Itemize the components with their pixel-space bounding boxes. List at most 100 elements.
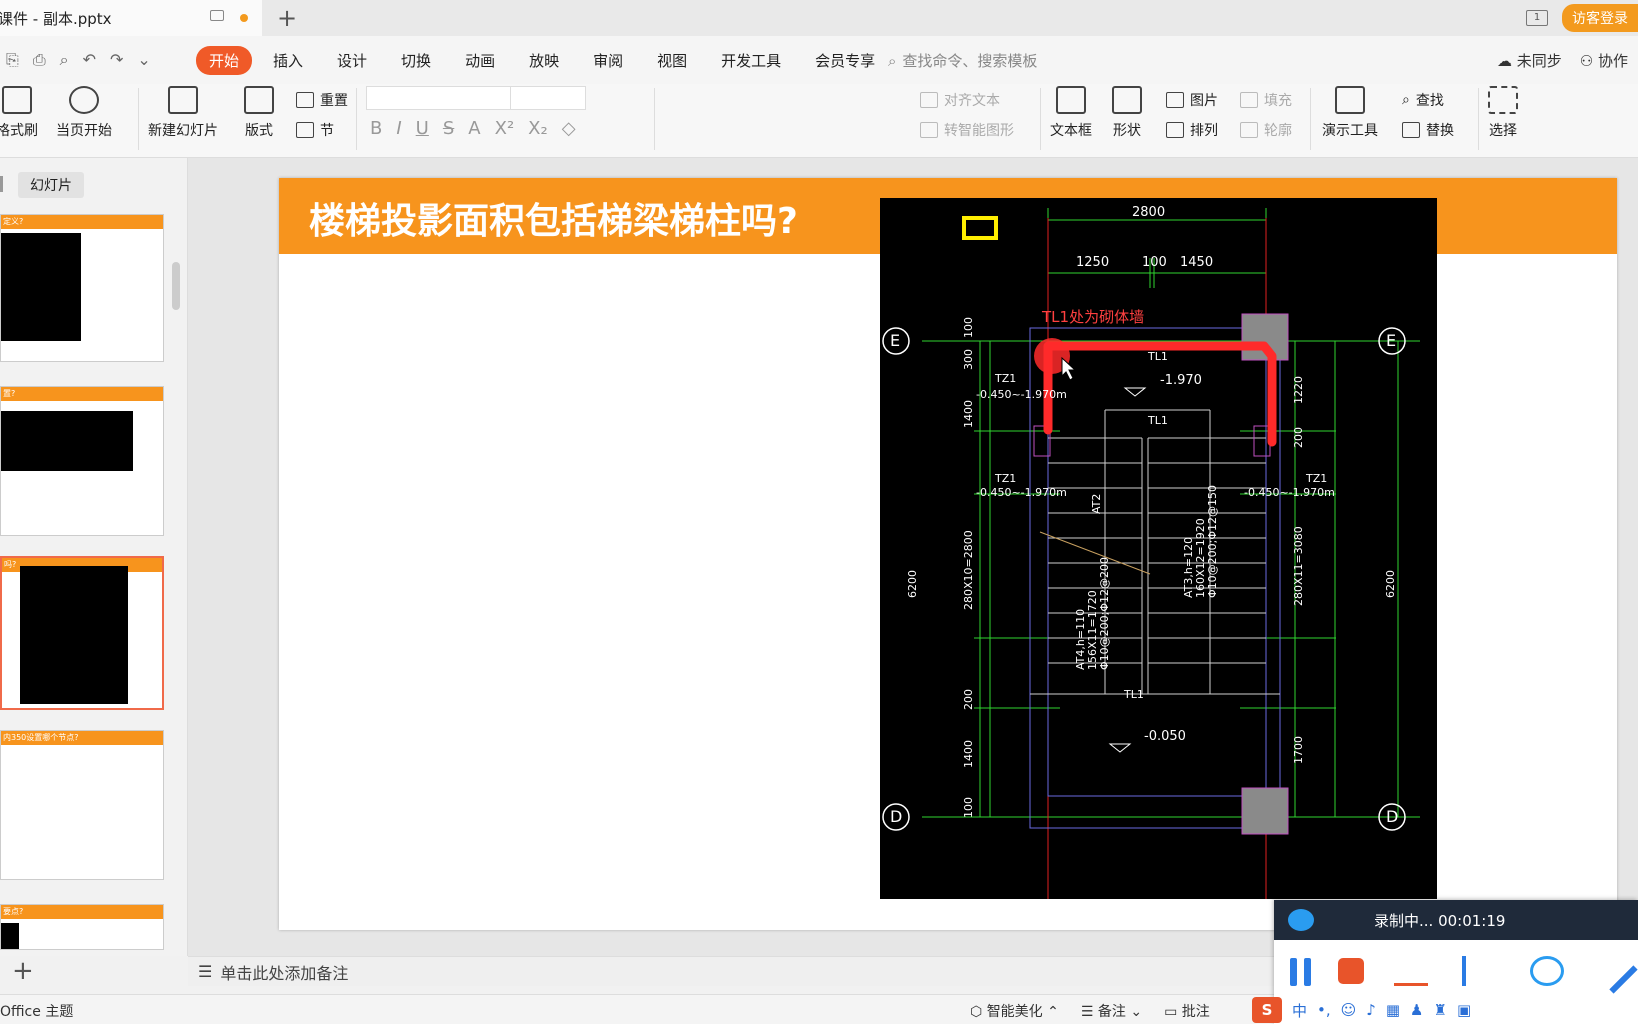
tab-slideshow[interactable]: 放映 [516, 46, 572, 75]
sogou-icon[interactable]: S [1252, 997, 1282, 1023]
apps-icon[interactable]: ▣ [1457, 1001, 1471, 1019]
customize-chevron-icon[interactable]: ⌄ [137, 50, 150, 70]
italic-icon[interactable]: I [396, 118, 401, 139]
bold-icon[interactable]: B [370, 118, 382, 139]
textbox-button[interactable]: 文本框 [1050, 86, 1092, 140]
title-bar: 课件 - 副本.pptx + 1 访客登录 [0, 0, 1638, 36]
tab-view[interactable]: 视图 [644, 46, 700, 75]
monitor-icon[interactable] [210, 10, 224, 21]
select-button[interactable]: 选择 [1488, 86, 1518, 140]
slide-thumbnail[interactable]: 内350设置哪个节点? [0, 730, 164, 880]
tab-home[interactable]: 开始 [196, 46, 253, 75]
font-size-select[interactable] [510, 86, 586, 110]
tab-animations[interactable]: 动画 [452, 46, 508, 75]
print-icon[interactable]: ⎙ [33, 50, 46, 70]
reset-icon [296, 92, 314, 108]
volume-level-icon[interactable] [1394, 956, 1428, 986]
fill-button[interactable]: 填充 [1240, 90, 1292, 110]
new-tab-plus-icon[interactable]: + [277, 4, 297, 32]
arrange-button[interactable]: 排列 [1166, 120, 1218, 140]
shape-button[interactable]: 形状 [1112, 86, 1142, 140]
guest-login-button[interactable]: 访客登录 [1562, 4, 1638, 32]
smart-beautify-button[interactable]: ⬡ 智能美化 ⌃ [970, 1001, 1059, 1021]
outline-tab[interactable] [0, 176, 3, 192]
thumbnail-scrollbar[interactable] [172, 262, 180, 310]
notes-toggle-button[interactable]: ☰ 备注 ⌄ [1081, 1001, 1142, 1021]
section-button[interactable]: 节 [296, 120, 334, 140]
punctuation-icon[interactable]: •, [1317, 1001, 1331, 1019]
replace-button[interactable]: 替换 [1402, 120, 1454, 140]
pointer-pen-icon[interactable] [1462, 956, 1496, 986]
from-current-button[interactable]: 当页开始 [56, 86, 112, 140]
quick-access-toolbar: ⎘ ⎙ ⌕ ↶ ↷ ⌄ [6, 50, 151, 70]
replace-label: 替换 [1426, 123, 1454, 139]
tab-review[interactable]: 审阅 [580, 46, 636, 75]
collab-button[interactable]: ⚇ 协作 [1580, 50, 1628, 71]
font-color-icon[interactable]: A [468, 118, 480, 139]
new-slide-button[interactable]: 新建幻灯片 [148, 86, 218, 140]
left-dim-300: 300 [962, 349, 975, 370]
presentation-tools-button[interactable]: 演示工具 [1322, 86, 1378, 140]
comment-button[interactable]: ▭ 批注 [1164, 1001, 1210, 1021]
sync-status[interactable]: ☁ 未同步 [1497, 50, 1562, 71]
tz1-range-c: -0.450~-1.970m [1244, 486, 1335, 499]
slide[interactable]: 楼梯投影面积包括梯梁梯柱吗? 2800 1250 100 1450 E E D … [279, 178, 1617, 930]
right-dim-6200: 6200 [1384, 570, 1397, 598]
layout-button[interactable]: 版式 [244, 86, 274, 140]
tab-transitions[interactable]: 切换 [388, 46, 444, 75]
tab-insert[interactable]: 插入 [260, 46, 316, 75]
cad-stair-drawing[interactable]: 2800 1250 100 1450 E E D D TL1 TL1 TL1 T… [880, 198, 1437, 899]
pause-recording-button[interactable] [1290, 958, 1312, 986]
skin-icon[interactable]: ♜ [1434, 1001, 1447, 1019]
tab-design[interactable]: 设计 [324, 46, 380, 75]
section-label: 节 [320, 123, 334, 139]
grid-label-e-right: E [1386, 331, 1396, 350]
slide-thumbnail[interactable]: 定义? [0, 214, 164, 362]
strikethrough-icon[interactable]: S [443, 118, 454, 139]
stop-recording-button[interactable] [1338, 958, 1364, 984]
user-icon[interactable]: ♟ [1410, 1001, 1423, 1019]
thumbnail-image [1, 923, 19, 949]
level-minus-0050: -0.050 [1144, 729, 1186, 744]
format-brush-button[interactable]: 格式刷 [0, 86, 38, 140]
align-text-button[interactable]: 对齐文本 [920, 90, 1000, 110]
emoji-icon[interactable]: ☺ [1341, 1001, 1357, 1019]
location-add-icon[interactable] [1530, 956, 1564, 986]
redo-icon[interactable]: ↷ [110, 50, 123, 70]
text-format-group: B I U S A X² X₂ ◇ [370, 118, 576, 139]
notes-toggle-label: 备注 [1097, 1004, 1126, 1020]
slide-title[interactable]: 楼梯投影面积包括梯梁梯柱吗? [309, 192, 798, 244]
document-tab[interactable]: 课件 - 副本.pptx [0, 0, 262, 36]
tab-member[interactable]: 会员专享 [802, 46, 888, 75]
clear-format-icon[interactable]: ◇ [562, 118, 576, 139]
slide-thumbnail[interactable]: 置? [0, 386, 164, 536]
outline-button[interactable]: 轮廓 [1240, 120, 1292, 140]
underline-icon[interactable]: U [416, 118, 429, 139]
superscript-icon[interactable]: X² [495, 118, 515, 139]
slides-tab[interactable]: 幻灯片 [18, 172, 84, 198]
font-family-select[interactable] [366, 86, 514, 110]
thumbnail-title: 要点? [1, 905, 163, 919]
preview-icon[interactable]: ⌕ [60, 50, 69, 70]
slide-thumbnail-selected[interactable]: 吗? [0, 556, 164, 710]
keyboard-icon[interactable]: ▦ [1386, 1001, 1400, 1019]
smartart-button[interactable]: 转智能图形 [920, 120, 1014, 140]
find-button[interactable]: ⌕ 查找 [1402, 90, 1444, 110]
undo-icon[interactable]: ↶ [83, 50, 96, 70]
pen-icon[interactable] [1592, 948, 1638, 994]
ime-mode[interactable]: 中 [1292, 1000, 1307, 1021]
add-slide-plus-icon[interactable]: + [12, 956, 34, 986]
subscript-icon[interactable]: X₂ [528, 118, 548, 139]
dim-1250: 1250 [1076, 255, 1109, 270]
save-icon[interactable]: ⎘ [6, 50, 19, 70]
tab-developer[interactable]: 开发工具 [708, 46, 794, 75]
page-count-icon[interactable]: 1 [1526, 10, 1548, 26]
level-minus-1970: -1.970 [1160, 373, 1202, 388]
mic-icon[interactable]: ♪ [1366, 1001, 1376, 1019]
collab-label: 协作 [1597, 52, 1628, 70]
slide-thumbnail[interactable]: 要点? [0, 904, 164, 950]
reset-button[interactable]: 重置 [296, 90, 348, 110]
command-search[interactable]: ⌕ 查找命令、搜索模板 [888, 50, 1037, 71]
picture-button[interactable]: 图片 [1166, 90, 1218, 110]
thumbnail-image [20, 566, 128, 704]
